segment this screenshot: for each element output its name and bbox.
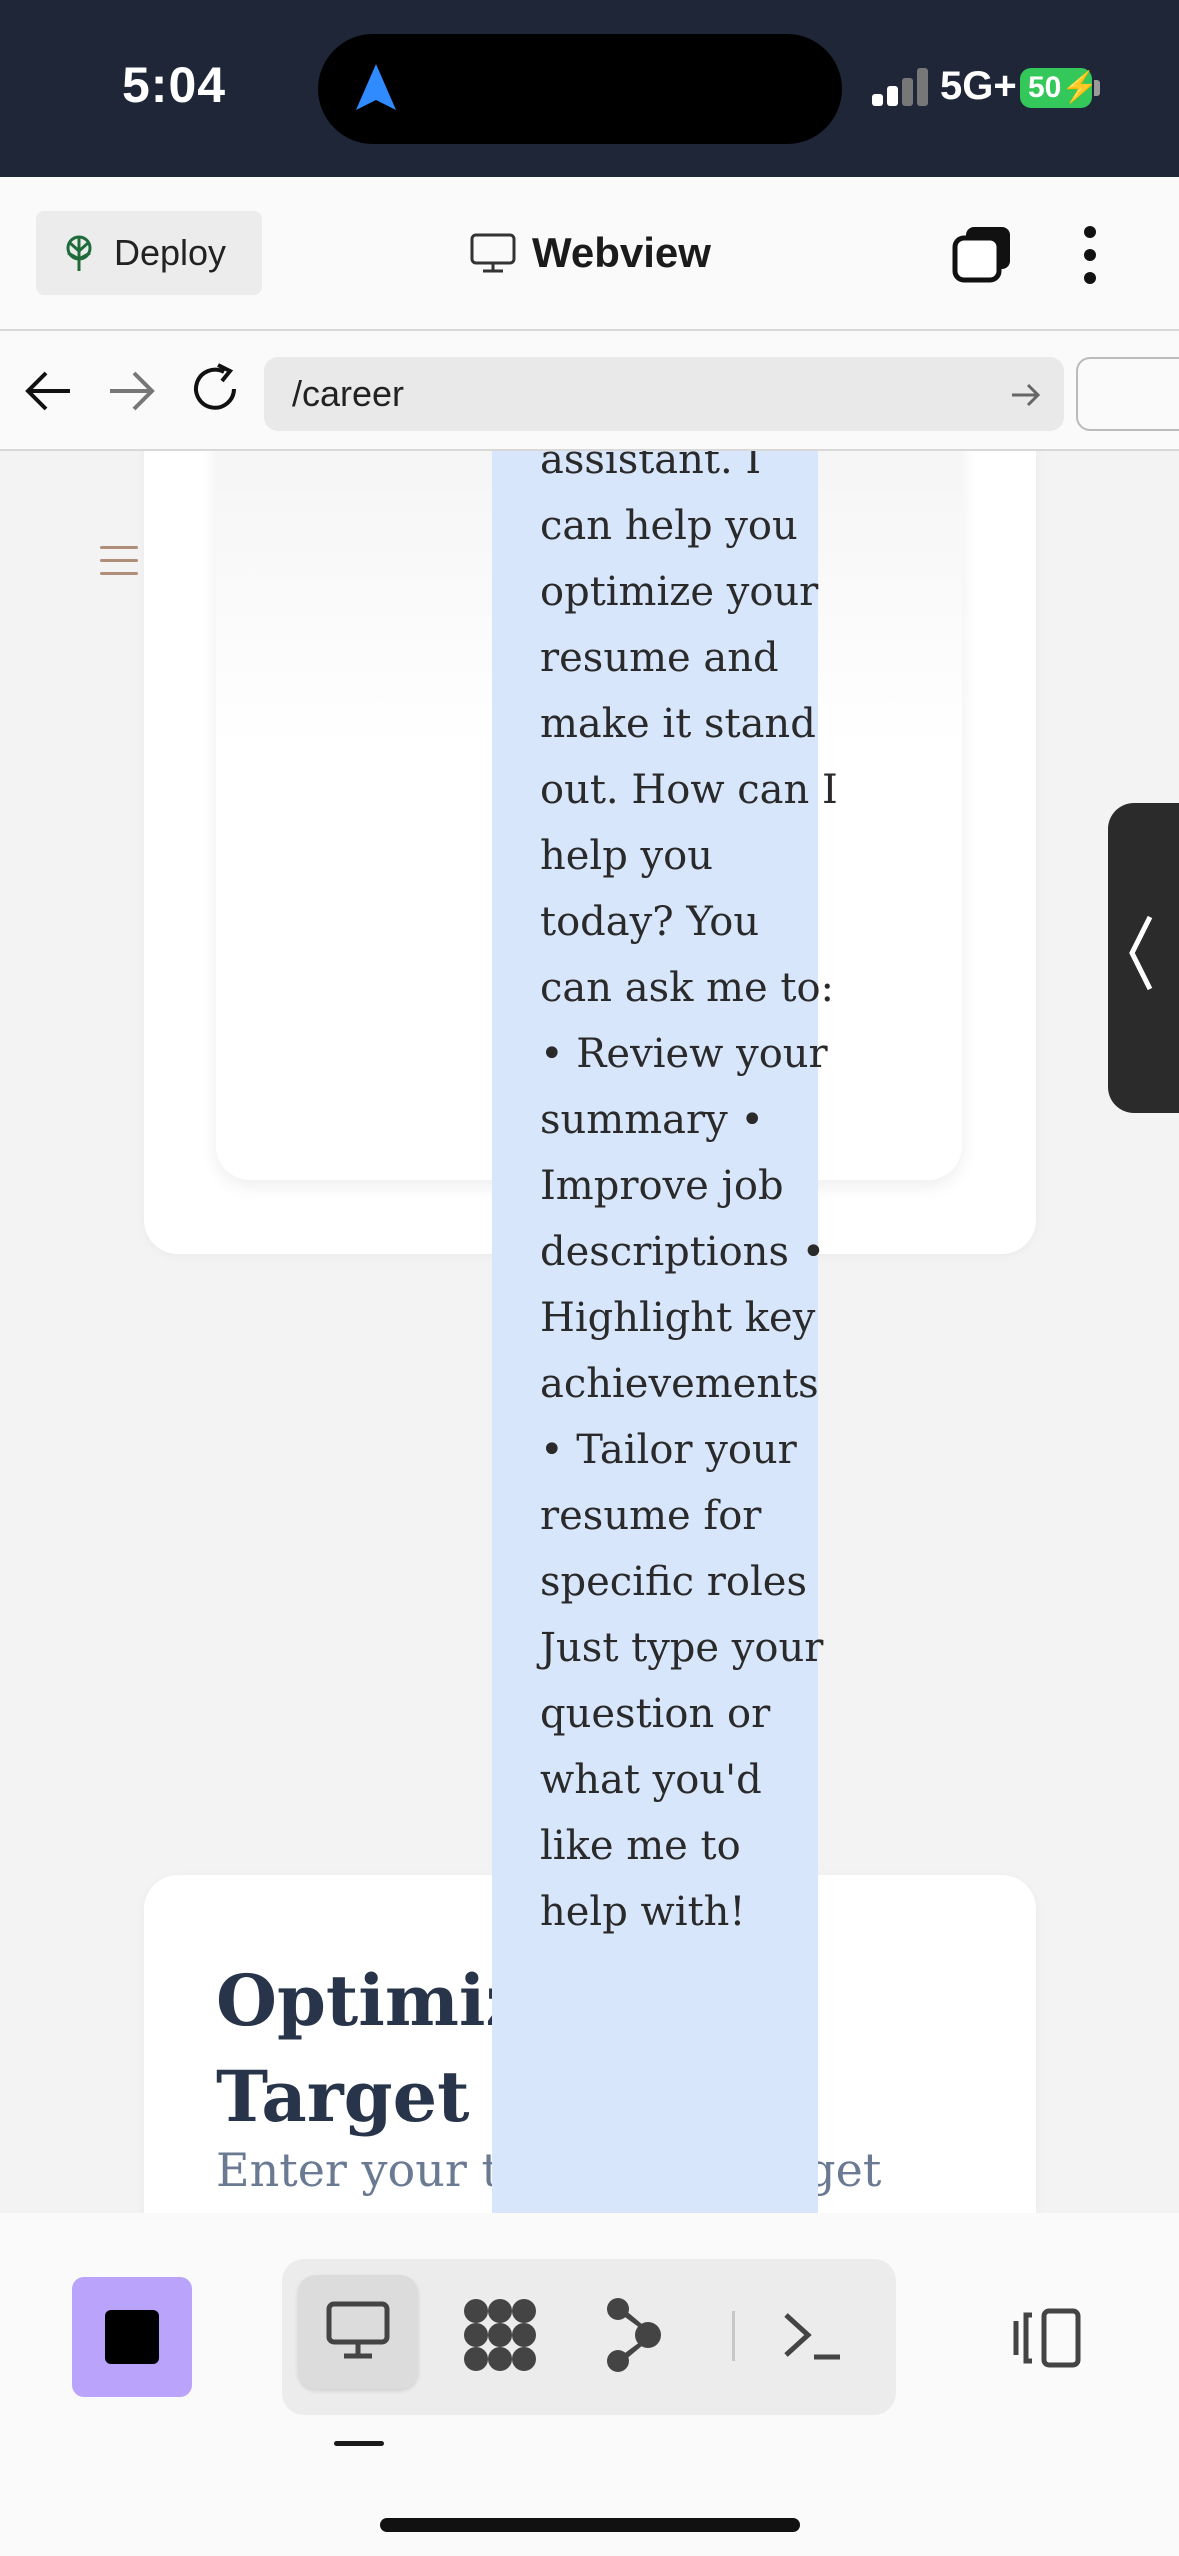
tabs-icon[interactable] [952,225,1012,283]
webview-content[interactable]: Optimize for Target Position Enter your … [0,451,1179,2213]
stop-icon [105,2310,159,2364]
url-input[interactable]: /career [264,357,1064,431]
url-text: /career [292,373,405,414]
bottom-dock [0,2213,1179,2556]
monitor-icon [326,2301,390,2359]
status-time: 5:04 [122,57,227,113]
view-mode-switcher [282,2259,896,2415]
battery-cap [1094,80,1100,96]
extra-tab-button[interactable] [1076,357,1179,431]
webview-title[interactable]: Webview [470,229,711,277]
go-arrow-icon[interactable] [1010,381,1042,409]
dynamic-island [318,34,842,144]
webview-label: Webview [532,229,711,276]
network-label: 5G+ [940,64,1017,108]
terminal-icon[interactable] [782,2307,842,2363]
deploy-button[interactable]: Deploy [36,211,262,295]
assistant-message-text: assistant. I can help you optimize your … [540,451,838,1935]
active-tab-indicator [334,2441,384,2446]
signal-icon [872,66,928,106]
forward-arrow-icon[interactable] [106,369,158,413]
home-indicator [380,2518,800,2532]
branch-icon[interactable] [604,2297,664,2373]
side-panel-handle[interactable] [1108,803,1179,1113]
top-toolbar: Deploy Webview [0,177,1179,331]
location-arrow-icon [356,64,396,110]
battery-level: 50 [1028,71,1062,104]
deploy-label: Deploy [114,232,227,273]
hamburger-menu-icon[interactable] [100,546,138,576]
deploy-icon [66,235,92,271]
more-options-icon[interactable] [1076,225,1104,285]
reload-icon[interactable] [190,361,242,415]
monitor-icon [470,233,516,273]
divider [732,2311,735,2361]
panel-toggle-icon[interactable] [1012,2307,1082,2369]
webview-mode-button[interactable] [298,2275,418,2389]
chevron-left-icon [1129,915,1153,991]
status-bar: 5:04 5G+ 50⚡ [0,0,1179,177]
stop-button[interactable] [72,2277,192,2397]
url-bar: /career [0,331,1179,451]
battery-icon: 50⚡ [1020,68,1099,108]
assistant-message-bubble: assistant. I can help you optimize your … [492,451,838,2213]
back-arrow-icon[interactable] [22,369,74,413]
grid-blob-icon[interactable] [462,2297,538,2373]
